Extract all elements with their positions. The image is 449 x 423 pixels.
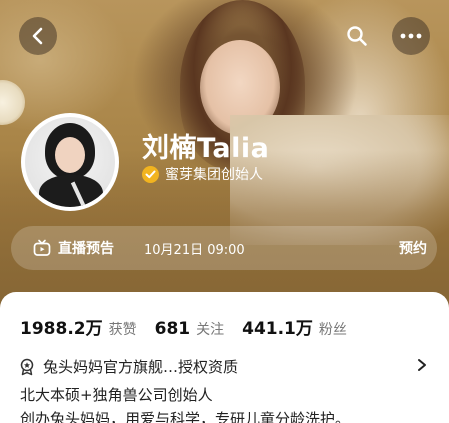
award-icon [20, 358, 34, 375]
chevron-left-icon [32, 27, 43, 45]
stats-row: 1988.2万 获赞 681 关注 441.1万 粉丝 [20, 314, 365, 339]
avatar-face [55, 137, 85, 173]
stat-followers-label: 粉丝 [318, 322, 347, 338]
bio-line-2: 创办兔头妈妈，用爱与科学，专研儿童分龄洗护。 [20, 410, 351, 423]
more-dots-icon [400, 33, 422, 39]
chevron-right-icon [418, 359, 426, 371]
search-button[interactable] [338, 17, 376, 55]
tv-icon [33, 239, 51, 256]
bio-line-1: 北大本硕+独角兽公司创始人 [20, 386, 213, 404]
certification-badge[interactable]: 蜜芽集团创始人 [142, 164, 263, 184]
certification-text: 蜜芽集团创始人 [165, 167, 263, 183]
back-button[interactable] [19, 17, 57, 55]
stat-following-label: 关注 [196, 322, 225, 338]
stat-followers-value: 441.1万 [242, 319, 313, 339]
stat-likes-label: 获赞 [108, 322, 137, 338]
cover-flower-decor [0, 80, 25, 125]
stat-likes-value: 1988.2万 [20, 319, 103, 339]
brand-authorization-text: 兔头妈妈官方旗舰…授权资质 [43, 358, 239, 376]
stat-following-value: 681 [154, 319, 191, 339]
stat-likes: 1988.2万 获赞 [20, 314, 137, 339]
verified-check-icon [142, 165, 159, 183]
profile-info-card: 1988.2万 获赞 681 关注 441.1万 粉丝 兔头妈妈官方旗舰…授权资… [0, 292, 449, 423]
avatar[interactable] [21, 113, 119, 211]
live-preview-time: 10月21日 09:00 [144, 243, 245, 258]
avatar-image [25, 117, 115, 207]
profile-name: 刘楠Talia [142, 133, 270, 164]
stat-following[interactable]: 681 关注 [155, 319, 225, 339]
more-button[interactable] [392, 17, 430, 55]
search-icon [347, 26, 367, 46]
reserve-button[interactable]: 预约 [399, 238, 427, 258]
live-preview-banner[interactable]: 直播预告 10月21日 09:00 预约 [11, 226, 437, 270]
live-preview-title: 直播预告 [58, 241, 114, 257]
avatar-body [39, 175, 103, 207]
brand-authorization-row[interactable]: 兔头妈妈官方旗舰…授权资质 [18, 356, 432, 377]
stat-followers[interactable]: 441.1万 粉丝 [242, 314, 347, 339]
